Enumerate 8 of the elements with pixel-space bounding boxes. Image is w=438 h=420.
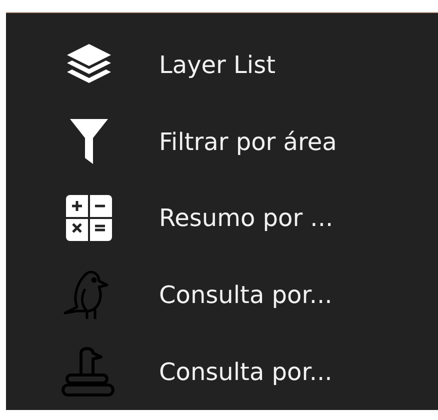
filter-icon: [69, 118, 109, 166]
menu-item[interactable]: Consulta por...: [159, 358, 332, 386]
snake-icon: [61, 344, 117, 399]
menu-item[interactable]: Filtrar por área: [159, 128, 337, 156]
menu-item[interactable]: Resumo por ...: [159, 204, 334, 232]
calculator-icon: [66, 195, 112, 242]
menu-item[interactable]: Layer List: [159, 51, 276, 80]
menu-item[interactable]: Consulta por...: [159, 281, 332, 310]
